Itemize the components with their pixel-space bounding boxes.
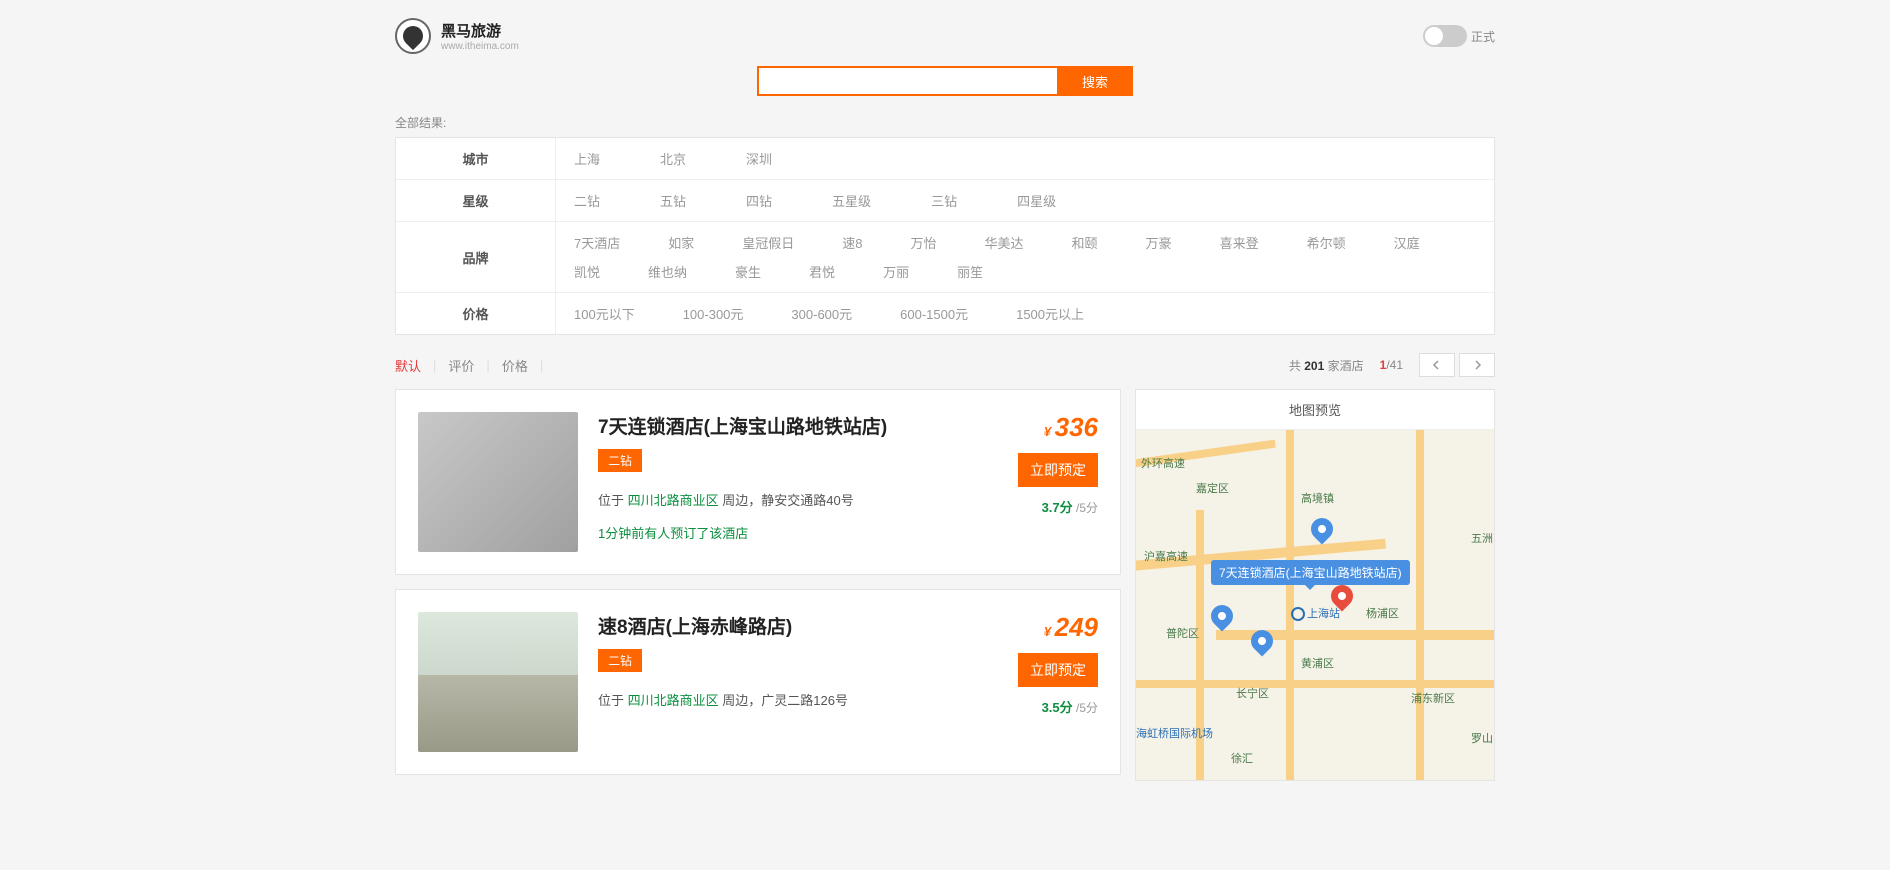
filter-star-head: 星级	[396, 180, 556, 221]
filter-brand-option[interactable]: 希尔顿	[1307, 228, 1346, 257]
hotel-star-badge: 二钻	[598, 649, 642, 672]
map-label: 杨浦区	[1366, 605, 1399, 621]
hotel-image[interactable]	[418, 612, 578, 752]
map-canvas[interactable]: 外环高速 沪嘉高速 普陀区 长宁区 海虹桥国际机场 嘉定区 高境镇 杨浦区 黄浦…	[1136, 430, 1494, 780]
map-title: 地图预览	[1136, 390, 1494, 430]
filter-brand-option[interactable]: 豪生	[735, 257, 761, 286]
hotel-image[interactable]	[418, 412, 578, 552]
filter-price-option[interactable]: 600-1500元	[900, 299, 968, 328]
map-label: 长宁区	[1236, 685, 1269, 701]
filter-price-head: 价格	[396, 293, 556, 334]
hotel-booking-note: 1分钟前有人预订了该酒店	[598, 523, 978, 542]
map-label: 海虹桥国际机场	[1136, 725, 1213, 741]
hotel-star-badge: 二钻	[598, 449, 642, 472]
filter-city-head: 城市	[396, 138, 556, 179]
filter-brand-option[interactable]: 万豪	[1146, 228, 1172, 257]
filter-brand-option[interactable]: 喜来登	[1220, 228, 1259, 257]
filter-brand-option[interactable]: 丽笙	[957, 257, 983, 286]
map-pin-icon[interactable]	[1211, 605, 1233, 635]
page-indicator: 1/41	[1380, 358, 1403, 372]
map-label: 黄浦区	[1301, 655, 1334, 671]
all-results-label: 全部结果:	[395, 114, 1495, 131]
map-panel: 地图预览 外环高速 沪嘉高速 普陀区 长宁区 海虹桥国际机场 嘉定区 高境镇 杨…	[1135, 389, 1495, 781]
filter-city-option[interactable]: 北京	[660, 144, 686, 173]
logo[interactable]: 黑马旅游 www.itheima.com	[395, 18, 519, 54]
search-button[interactable]: 搜索	[1057, 66, 1133, 96]
sort-tab-price[interactable]: 价格	[502, 356, 528, 375]
filter-price-option[interactable]: 300-600元	[791, 299, 852, 328]
hotel-rating: 3.7分 /5分	[1042, 497, 1098, 516]
logo-subtitle: www.itheima.com	[441, 41, 519, 52]
map-label: 浦东新区	[1411, 690, 1455, 706]
chevron-left-icon	[1432, 360, 1442, 370]
map-tooltip: 7天连锁酒店(上海宝山路地铁站店)	[1211, 560, 1410, 585]
filter-brand-option[interactable]: 如家	[668, 228, 694, 257]
map-label: 罗山	[1471, 730, 1493, 746]
map-label: 沪嘉高速	[1144, 548, 1188, 564]
sort-separator: |	[486, 358, 489, 373]
map-label: 嘉定区	[1196, 480, 1229, 496]
map-label: 徐汇	[1231, 750, 1253, 766]
filter-star-option[interactable]: 二钻	[574, 186, 600, 215]
filter-price-option[interactable]: 1500元以上	[1016, 299, 1084, 328]
hotel-location: 位于 四川北路商业区 周边，广灵二路126号	[598, 690, 978, 709]
map-pin-icon[interactable]	[1311, 518, 1333, 548]
chevron-right-icon	[1472, 360, 1482, 370]
hotel-card: 7天连锁酒店(上海宝山路地铁站店) 二钻 位于 四川北路商业区 周边，静安交通路…	[395, 389, 1121, 575]
filter-star-option[interactable]: 四钻	[746, 186, 772, 215]
filter-panel: 城市 上海 北京 深圳 星级 二钻 五钻 四钻 五星级 三钻 四星级 品牌 7天酒店 如家 皇冠假…	[395, 137, 1495, 335]
hotel-price: ¥ 336	[1044, 412, 1098, 443]
filter-brand-option[interactable]: 汉庭	[1394, 228, 1420, 257]
map-station-label: 上海站	[1291, 605, 1340, 621]
filter-star-option[interactable]: 四星级	[1017, 186, 1056, 215]
mode-toggle[interactable]: 正式	[1423, 25, 1495, 47]
hotel-name[interactable]: 速8酒店(上海赤峰路店)	[598, 612, 978, 639]
result-count: 共 201 家酒店	[1289, 357, 1364, 374]
hotel-rating: 3.5分 /5分	[1042, 697, 1098, 716]
filter-brand-option[interactable]: 7天酒店	[574, 228, 620, 257]
map-label: 外环高速	[1141, 455, 1185, 471]
sort-separator: |	[433, 358, 436, 373]
filter-star-option[interactable]: 五钻	[660, 186, 686, 215]
pager-prev-button[interactable]	[1419, 353, 1455, 377]
book-now-button[interactable]: 立即预定	[1018, 453, 1098, 487]
pager-next-button[interactable]	[1459, 353, 1495, 377]
hotel-name[interactable]: 7天连锁酒店(上海宝山路地铁站店)	[598, 412, 978, 439]
hotel-location: 位于 四川北路商业区 周边，静安交通路40号	[598, 490, 978, 509]
sort-tab-default[interactable]: 默认	[395, 356, 421, 375]
filter-brand-head: 品牌	[396, 222, 556, 292]
filter-brand-option[interactable]: 万怡	[911, 228, 937, 257]
hotel-price: ¥ 249	[1044, 612, 1098, 643]
filter-star-option[interactable]: 五星级	[832, 186, 871, 215]
map-pin-icon[interactable]	[1251, 630, 1273, 660]
filter-brand-option[interactable]: 皇冠假日	[742, 228, 794, 257]
filter-brand-option[interactable]: 和颐	[1072, 228, 1098, 257]
filter-brand-option[interactable]: 万丽	[883, 257, 909, 286]
filter-brand-option[interactable]: 速8	[842, 228, 862, 257]
hotel-card: 速8酒店(上海赤峰路店) 二钻 位于 四川北路商业区 周边，广灵二路126号 ¥…	[395, 589, 1121, 775]
filter-brand-option[interactable]: 君悦	[809, 257, 835, 286]
filter-price-option[interactable]: 100元以下	[574, 299, 635, 328]
logo-icon	[395, 18, 431, 54]
filter-city-option[interactable]: 上海	[574, 144, 600, 173]
logo-title: 黑马旅游	[441, 20, 519, 41]
filter-brand-option[interactable]: 维也纳	[648, 257, 687, 286]
book-now-button[interactable]: 立即预定	[1018, 653, 1098, 687]
map-label: 普陀区	[1166, 625, 1199, 641]
filter-city-option[interactable]: 深圳	[746, 144, 772, 173]
filter-price-option[interactable]: 100-300元	[683, 299, 744, 328]
toggle-label: 正式	[1471, 28, 1495, 45]
filter-star-option[interactable]: 三钻	[931, 186, 957, 215]
sort-separator: |	[540, 358, 543, 373]
filter-brand-option[interactable]: 华美达	[985, 228, 1024, 257]
sort-tab-review[interactable]: 评价	[448, 356, 474, 375]
filter-brand-option[interactable]: 凯悦	[574, 257, 600, 286]
search-input[interactable]	[757, 66, 1057, 96]
map-label: 五洲	[1471, 530, 1493, 546]
map-label: 高境镇	[1301, 490, 1334, 506]
